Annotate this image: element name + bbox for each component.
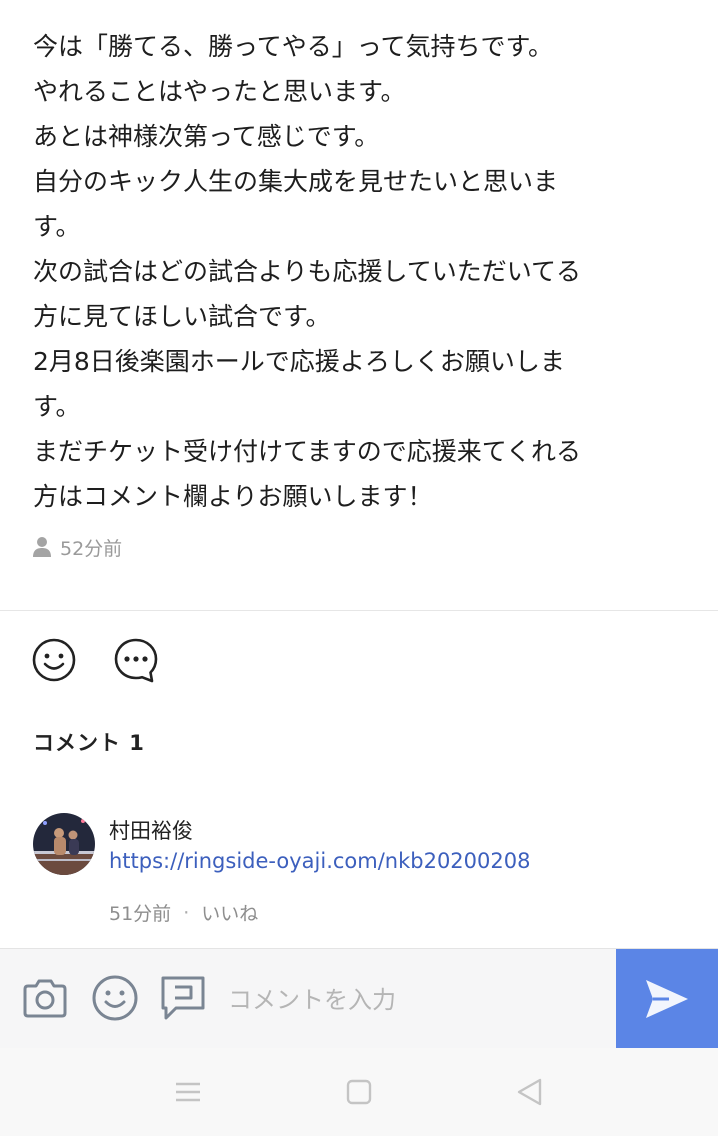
comment-link[interactable]: https://ringside-oyaji.com/nkb20200208	[109, 849, 530, 873]
sticker-icon[interactable]	[90, 973, 140, 1023]
menu-icon[interactable]	[170, 1074, 206, 1110]
send-icon	[646, 980, 688, 1018]
home-icon[interactable]	[341, 1074, 377, 1110]
post-text-line: 今は「勝てる、勝ってやる」って気持ちです。	[33, 32, 554, 61]
speech-bubble-icon[interactable]	[112, 636, 160, 684]
post-text-line: 次の試合はどの試合よりも応援していただいてる	[33, 257, 582, 286]
comment-count: コメント 1	[33, 731, 145, 755]
send-button[interactable]	[616, 949, 718, 1049]
post-detail-screen: 今は「勝てる、勝ってやる」って気持ちです。 やれることはやったと思います。 あと…	[0, 0, 718, 1136]
smiley-icon[interactable]	[30, 636, 78, 684]
post-body: 今は「勝てる、勝ってやる」って気持ちです。 やれることはやったと思います。 あと…	[33, 24, 673, 519]
post-meta: 52分前	[32, 533, 122, 561]
back-icon[interactable]	[512, 1074, 548, 1110]
post-text-line: す。	[33, 212, 81, 241]
like-button[interactable]: いいね	[201, 899, 258, 926]
post-text-line: あとは神様次第って感じです。	[33, 122, 380, 151]
post-text-line: す。	[33, 392, 81, 421]
post-text-line: 方に見てほしい試合です。	[33, 302, 331, 331]
comment-meta: 51分前 · いいね	[109, 899, 258, 926]
avatar[interactable]	[33, 813, 95, 875]
comment-input[interactable]	[226, 971, 610, 1029]
comment-item: 村田裕俊 https://ringside-oyaji.com/nkb20200…	[33, 813, 693, 933]
post-text-line: 自分のキック人生の集大成を見せたいと思いま	[33, 167, 559, 196]
post-text-line: やれることはやったと思います。	[33, 77, 406, 106]
post-text-line: 方はコメント欄よりお願いします！	[33, 482, 433, 511]
post-time: 52分前	[60, 537, 123, 560]
chat-icon[interactable]	[158, 973, 208, 1023]
divider	[0, 610, 718, 611]
camera-icon[interactable]	[20, 973, 70, 1023]
post-text-line: まだチケット受け付けてますので応援来てくれる	[33, 437, 582, 466]
post-text-line: 2月8日後楽園ホールで応援よろしくお願いしま	[33, 347, 565, 376]
comment-time: 51分前	[109, 903, 172, 925]
reaction-bar	[30, 634, 194, 686]
person-icon	[33, 537, 51, 557]
system-nav-bar	[0, 1048, 718, 1136]
comment-author[interactable]: 村田裕俊	[109, 815, 193, 845]
separator-dot: ·	[183, 901, 190, 924]
comment-composer	[0, 948, 718, 1049]
